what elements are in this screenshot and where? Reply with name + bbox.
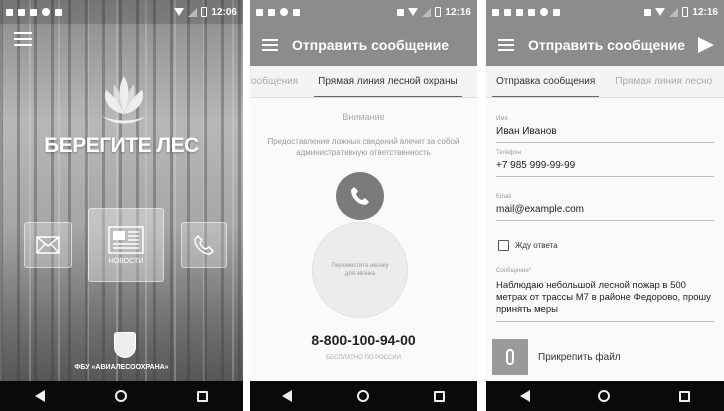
brand-title: БЕРЕГИТЕ ЛЕС: [44, 134, 199, 157]
notification-icon: [492, 8, 499, 16]
organization-emblem: [114, 332, 136, 358]
download-icon: [516, 8, 523, 16]
back-button[interactable]: [35, 390, 45, 402]
recent-apps-button[interactable]: [197, 390, 208, 402]
phone-hotline-screen: 12:16 Отправить сообщение сообщения Прям…: [250, 0, 477, 411]
leaf-logo-icon: [102, 76, 146, 124]
wifi-icon: [408, 8, 419, 16]
home-button[interactable]: [598, 390, 611, 402]
app-icon: [540, 8, 548, 16]
app-icon: [280, 8, 288, 16]
message-input[interactable]: Наблюдаю небольшой лесной пожар в 500 ме…: [496, 274, 714, 322]
back-button[interactable]: [520, 390, 531, 402]
call-handle[interactable]: [336, 172, 384, 220]
attention-heading: Внимание: [342, 112, 385, 122]
news-tile-label: НОВОСТИ: [108, 257, 144, 265]
location-icon: [55, 8, 62, 16]
status-bar: 12:16: [486, 0, 724, 24]
mail-icon: [36, 236, 60, 254]
phone-field[interactable]: Телефон +7 985 999-99-99: [496, 150, 714, 177]
hamburger-icon[interactable]: [262, 39, 278, 51]
await-reply-label: Жду ответа: [515, 241, 558, 250]
status-time: 12:06: [211, 6, 237, 18]
notification-icon: [256, 8, 263, 16]
app-bar: 12:16 Отправить сообщение: [250, 0, 477, 66]
signal-icon: [188, 7, 198, 17]
screen-title: Отправить сообщение: [528, 37, 686, 53]
await-reply-checkbox[interactable]: [498, 240, 509, 251]
notification-icon: [6, 8, 13, 16]
battery-icon: [435, 7, 442, 17]
screen-title: Отправить сообщение: [292, 37, 450, 53]
attach-button[interactable]: [492, 339, 528, 375]
status-bar: 12:06: [0, 0, 243, 24]
tab-bar: сообщения Прямая линия лесной охраны: [250, 66, 477, 98]
location-icon: [504, 8, 511, 16]
image-icon: [528, 8, 535, 16]
await-reply-row[interactable]: Жду ответа: [498, 240, 558, 251]
wifi-icon: [655, 8, 666, 16]
screenshot-collage: 12:06 БЕРЕГИТЕ ЛЕС НОВОСТИ ФБУ «АВИАЛЕСО…: [0, 0, 724, 411]
app-icon: [42, 8, 50, 16]
email-input[interactable]: mail@example.com: [496, 200, 714, 221]
battery-icon: [682, 7, 689, 17]
image-icon: [268, 8, 275, 16]
attach-label: Прикрепить файл: [538, 351, 621, 363]
location-icon: [293, 8, 300, 16]
phone-icon: [194, 234, 215, 255]
signal-icon: [422, 7, 432, 17]
hamburger-icon[interactable]: [14, 32, 32, 46]
home-button[interactable]: [356, 390, 369, 402]
battery-icon: [201, 7, 208, 17]
mail-tile[interactable]: [24, 222, 72, 268]
recent-apps-button[interactable]: [433, 390, 445, 402]
attach-file-row[interactable]: Прикрепить файл: [492, 338, 724, 376]
free-call-note: БЕСПЛАТНО ПО РОССИИ: [326, 355, 401, 361]
phone-tile[interactable]: [181, 222, 227, 268]
news-icon: [108, 225, 144, 254]
hotline-number[interactable]: 8-800-100-94-00: [250, 332, 477, 348]
signal-icon: [669, 7, 679, 17]
back-button[interactable]: [282, 390, 293, 402]
location-icon: [644, 8, 652, 16]
navigation-bar: [486, 381, 724, 411]
status-time: 12:16: [692, 6, 718, 18]
warning-text: Предоставление ложных сведений влечет за…: [267, 137, 460, 157]
tab-hotline[interactable]: Прямая линия лесно: [605, 76, 722, 87]
wifi-icon: [174, 8, 185, 16]
recent-apps-button[interactable]: [678, 390, 690, 402]
status-bar: 12:16: [250, 0, 477, 24]
location-icon: [553, 8, 560, 16]
name-field[interactable]: Имя Иван Иванов: [496, 116, 714, 143]
navigation-bar: [0, 381, 243, 411]
app-bar: 12:16 Отправить сообщение: [486, 0, 724, 66]
send-icon[interactable]: [698, 37, 714, 53]
phone-home-screen: 12:06 БЕРЕГИТЕ ЛЕС НОВОСТИ ФБУ «АВИАЛЕСО…: [0, 0, 243, 411]
tab-bar: Отправка сообщения Прямая линия лесно: [486, 66, 724, 98]
hamburger-icon[interactable]: [498, 39, 514, 51]
tab-hotline[interactable]: Прямая линия лесной охраны: [308, 66, 468, 97]
drag-hint: Переместите иконку для звонка: [331, 263, 389, 277]
news-tile[interactable]: НОВОСТИ: [88, 208, 164, 282]
tab-send-message[interactable]: Отправка сообщения: [486, 66, 605, 97]
tab-send-message[interactable]: сообщения: [250, 76, 308, 87]
organization-name: ФБУ «АВИАЛЕСООХРАНА»: [74, 364, 169, 371]
phone-icon: [351, 187, 369, 205]
location-icon: [397, 8, 405, 16]
name-input[interactable]: Иван Иванов: [496, 122, 714, 143]
navigation-bar: [250, 381, 477, 411]
paperclip-icon: [506, 349, 514, 365]
status-time: 12:16: [445, 6, 471, 18]
image-icon: [30, 8, 37, 16]
download-icon: [18, 8, 25, 16]
phone-input[interactable]: +7 985 999-99-99: [496, 156, 714, 177]
message-field[interactable]: Сообщение* Наблюдаю небольшой лесной пож…: [496, 268, 714, 322]
home-button[interactable]: [115, 390, 127, 402]
email-field[interactable]: Email mail@example.com: [496, 194, 714, 221]
call-drop-zone[interactable]: Переместите иконку для звонка: [312, 222, 408, 318]
phone-message-form-screen: 12:16 Отправить сообщение Отправка сообщ…: [486, 0, 724, 411]
